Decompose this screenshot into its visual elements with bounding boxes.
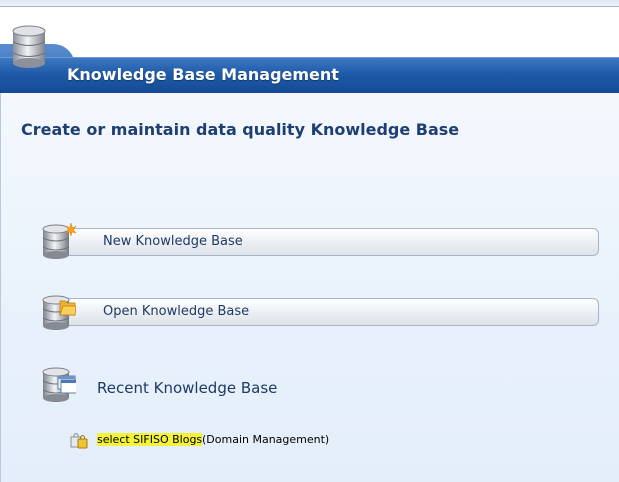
window-top-strip bbox=[0, 0, 619, 7]
database-icon bbox=[12, 25, 46, 68]
page-header-title: Knowledge Base Management bbox=[67, 65, 339, 84]
new-knowledge-base-button[interactable]: New Knowledge Base bbox=[64, 228, 599, 256]
recent-knowledge-base-link[interactable]: select SIFISO Blogs bbox=[97, 433, 203, 446]
new-knowledge-base-label: New Knowledge Base bbox=[103, 234, 243, 249]
database-recent-icon bbox=[42, 367, 76, 402]
open-knowledge-base-button[interactable]: Open Knowledge Base bbox=[64, 298, 599, 326]
lock-icon bbox=[70, 433, 88, 449]
recent-item-mode: (Domain Management) bbox=[202, 433, 330, 446]
recent-knowledge-base-title: Recent Knowledge Base bbox=[97, 379, 278, 397]
database-open-icon bbox=[42, 295, 76, 330]
page-subtitle: Create or maintain data quality Knowledg… bbox=[21, 120, 460, 139]
database-new-icon bbox=[42, 222, 76, 259]
open-knowledge-base-label: Open Knowledge Base bbox=[103, 304, 250, 319]
main-panel bbox=[0, 93, 619, 482]
